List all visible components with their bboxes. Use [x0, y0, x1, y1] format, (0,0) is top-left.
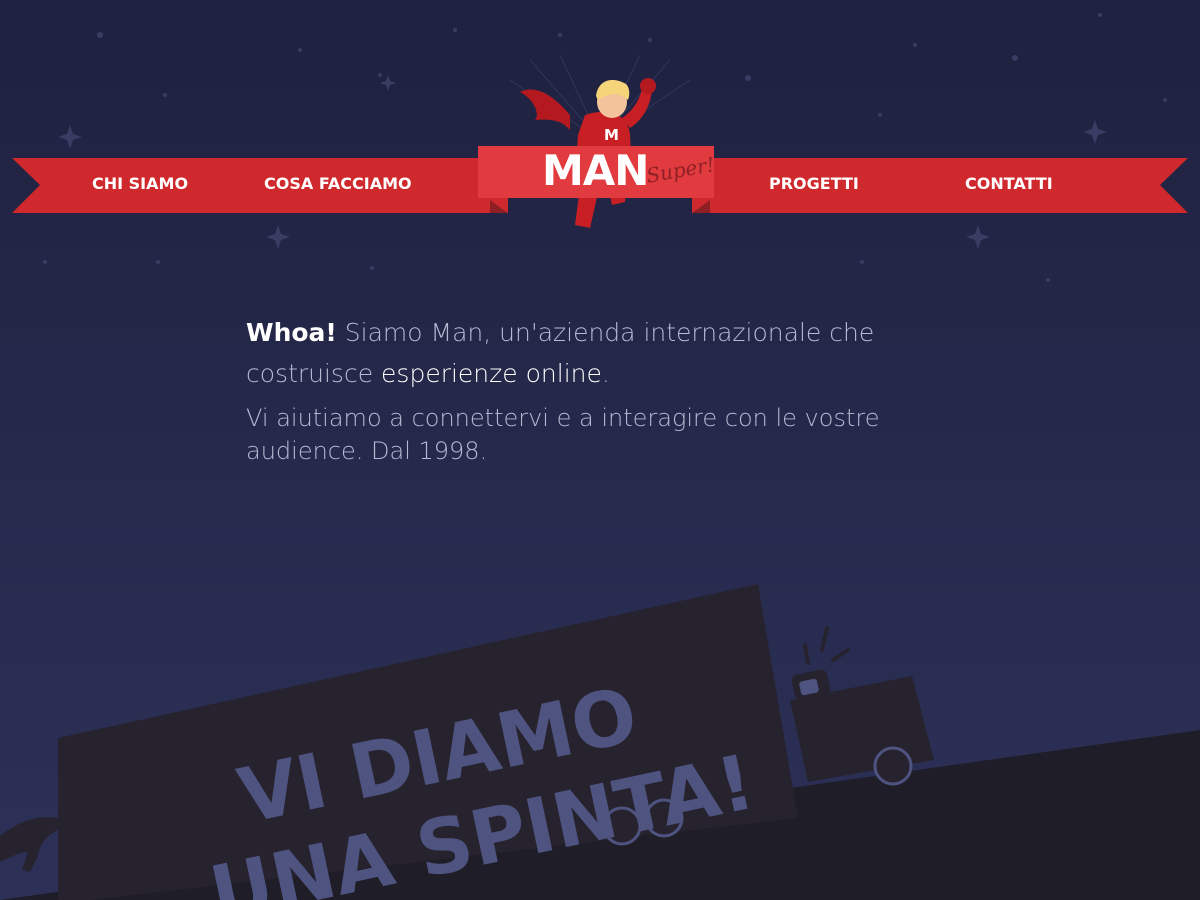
intro-whoa: Whoa!	[246, 318, 337, 347]
chest-letter: M	[604, 126, 619, 144]
nav-cosa-facciamo[interactable]: COSA FACCIAMO	[264, 172, 412, 196]
logo-wordmark[interactable]: MAN	[542, 148, 649, 194]
page: { "nav": { "items": [ {"label": "CHI SIA…	[0, 0, 1200, 900]
intro-block: Whoa! Siamo Man, un'azienda internaziona…	[246, 312, 926, 468]
nav-contatti[interactable]: CONTATTI	[965, 172, 1053, 196]
nav-chi-siamo[interactable]: CHI SIAMO	[92, 172, 188, 196]
intro-lead: Whoa! Siamo Man, un'azienda internaziona…	[246, 312, 926, 394]
nav-progetti[interactable]: PROGETTI	[769, 172, 859, 196]
truck-slogan: VI DIAMO UNA SPINTA!	[203, 670, 762, 900]
intro-highlight: esperienze online	[381, 359, 602, 388]
intro-sub: Vi aiutiamo a connettervi e a interagire…	[246, 404, 880, 465]
intro-period: .	[601, 359, 610, 388]
